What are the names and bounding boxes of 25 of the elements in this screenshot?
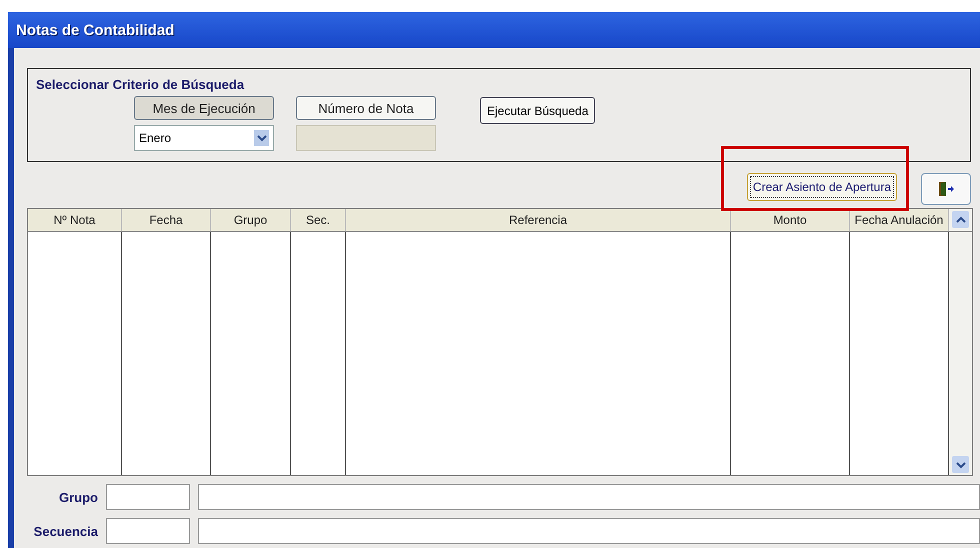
field-label: Secuencia: [32, 524, 98, 538]
note-number-field[interactable]: [296, 125, 436, 151]
field-label: Grupo: [58, 490, 98, 504]
scroll-down-icon[interactable]: [952, 456, 969, 473]
column-header[interactable]: Sec.: [291, 209, 346, 231]
month-dropdown[interactable]: Enero: [134, 125, 274, 151]
caret-icon: [254, 130, 269, 146]
create-opening-entry-button[interactable]: Crear Asiento de Apertura: [746, 173, 897, 201]
column-header[interactable]: Fecha: [122, 209, 211, 231]
door-exit-icon: [937, 180, 955, 198]
window-title: Notas de Contabilidad: [16, 22, 174, 38]
code-field[interactable]: [106, 484, 190, 510]
dropdown-value: Enero: [139, 131, 172, 145]
panel-title: Seleccionar Criterio de Búsqueda: [36, 77, 246, 92]
column-header[interactable]: Grupo: [211, 209, 291, 231]
column-header[interactable]: Monto: [731, 209, 850, 231]
criterion-button[interactable]: Mes de Ejecución: [134, 96, 274, 120]
criterion-button[interactable]: Número de Nota: [296, 96, 436, 120]
search-button[interactable]: Ejecutar Búsqueda: [480, 97, 596, 124]
column-header[interactable]: Referencia: [346, 209, 731, 231]
description-field[interactable]: [198, 518, 980, 544]
column-header[interactable]: Nº Nota: [28, 209, 122, 231]
description-field[interactable]: [198, 484, 980, 510]
code-field[interactable]: [106, 518, 190, 544]
exit-button[interactable]: [921, 173, 971, 205]
